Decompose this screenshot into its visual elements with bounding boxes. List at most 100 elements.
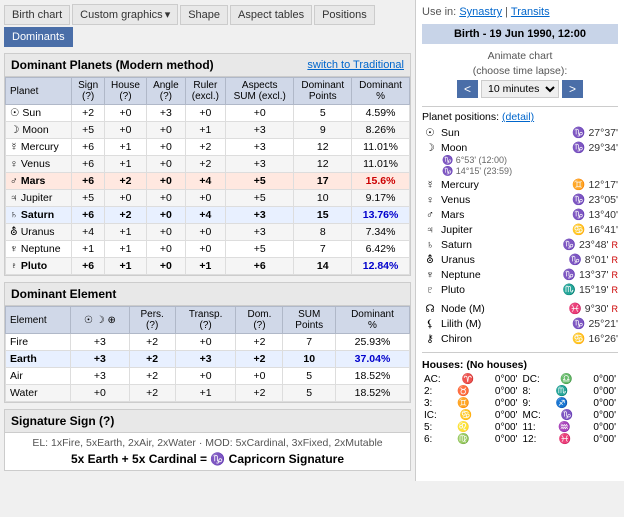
tab-custom-graphics[interactable]: Custom graphics ▾: [72, 4, 178, 25]
transits-link[interactable]: Transits: [511, 6, 550, 18]
col-ruler: Ruler(excl.): [185, 78, 225, 105]
col-sum: SUMPoints: [283, 307, 336, 334]
house-val: +1: [104, 224, 146, 241]
pct-val: 6.42%: [352, 241, 410, 258]
planet-name: Node (M): [441, 303, 566, 315]
house-deg: 0°00': [495, 434, 518, 445]
house-row: 8: ♏0°00': [521, 386, 619, 397]
planet-symbol: ☉: [422, 127, 438, 139]
table-row: ⛢Uranus +4 +1 +0 +0 +3 8 7.34%: [6, 224, 410, 241]
planet-name: Venus: [441, 194, 569, 206]
points-val: 10: [294, 190, 352, 207]
planet-sign: ♊: [572, 178, 585, 191]
col-pct: Dominant%: [352, 78, 410, 105]
table-row: ☿Mercury +6 +1 +0 +2 +3 12 11.01%: [6, 139, 410, 156]
sign-val: +1: [72, 241, 104, 258]
house-sign: ♈: [462, 374, 474, 385]
retrograde-indicator: R: [612, 255, 619, 265]
sign-val: +6: [72, 173, 104, 190]
planet-sign: ♋: [572, 223, 585, 236]
tab-aspect-tables[interactable]: Aspect tables: [230, 5, 312, 25]
planet-degree: 23°05': [588, 194, 618, 206]
aspects-val: +3: [226, 156, 294, 173]
planet-name: Neptune: [441, 269, 560, 281]
list-item: ♂ Mars ♑ 13°40': [422, 207, 618, 222]
planet-degree: 25°21': [588, 318, 618, 330]
house-deg: 0°00': [593, 410, 616, 421]
sign-val: +5: [72, 122, 104, 139]
elem-points: 5: [283, 385, 336, 402]
planet-name: ♆Neptune: [6, 241, 72, 258]
planet-sign: ♑: [572, 126, 585, 139]
house-deg: 0°00': [495, 374, 518, 385]
animate-next-button[interactable]: >: [562, 80, 583, 98]
time-lapse-select[interactable]: 10 minutes 1 hour 1 day 1 week: [481, 80, 559, 98]
planet-name: Chiron: [441, 333, 569, 345]
element-name: Earth: [6, 351, 71, 368]
planet-degree: 12°17': [588, 179, 618, 191]
planet-sign: ♑: [572, 193, 585, 206]
planet-symbol: ⚸: [422, 318, 438, 330]
planet-degree: 29°34': [588, 142, 618, 154]
list-item: ♄ Saturn ♑ 23°48' R: [422, 237, 618, 252]
list-item: ♇ Pluto ♏ 15°19' R: [422, 282, 618, 297]
aspects-val: +3: [226, 207, 294, 224]
tab-dominants[interactable]: Dominants: [4, 27, 73, 47]
house-val: +1: [104, 139, 146, 156]
house-deg: 0°00': [593, 434, 616, 445]
house-row: MC: ♑0°00': [521, 410, 619, 421]
planet-name: Saturn: [441, 239, 560, 251]
house-label: IC:: [424, 410, 437, 421]
dominant-element-header: Dominant Element: [5, 283, 410, 306]
element-name: Water: [6, 385, 71, 402]
house-sign: ♎: [560, 374, 572, 385]
list-item: ⚷ Chiron ♋ 16°26': [422, 331, 618, 346]
elem-pct: 37.04%: [335, 351, 409, 368]
col-transp: Transp.(?): [175, 307, 236, 334]
points-val: 14: [294, 258, 352, 275]
house-deg: 0°00': [495, 410, 518, 421]
planet-positions: Planet positions: (detail) ☉ Sun ♑ 27°37…: [422, 111, 618, 346]
list-item: ⛢ Uranus ♑ 8°01' R: [422, 252, 618, 267]
house-row: 5: ♌0°00': [422, 422, 520, 433]
elem-points: 10: [283, 351, 336, 368]
house-label: 5:: [424, 422, 432, 433]
retrograde-indicator: R: [612, 270, 619, 280]
planet-degree: 16°41': [588, 224, 618, 236]
synastry-link[interactable]: Synastry: [459, 6, 502, 18]
planet-name: ☉Sun: [6, 105, 72, 122]
house-sign: ♑: [561, 410, 573, 421]
house-val: +2: [104, 207, 146, 224]
elem-points: 5: [283, 368, 336, 385]
points-val: 15: [294, 207, 352, 224]
ruler-val: +2: [185, 139, 225, 156]
points-val: 9: [294, 122, 352, 139]
ruler-val: +0: [185, 190, 225, 207]
tab-shape[interactable]: Shape: [180, 5, 228, 25]
table-row: Water +0 +2 +1 +2 5 18.52%: [6, 385, 410, 402]
dominant-element-table: Element ☉ ☽ ⊕ Pers.(?) Transp.(?) Dom.(?…: [5, 306, 410, 402]
planet-positions-detail-link[interactable]: (detail): [502, 111, 534, 123]
house-label: 3:: [424, 398, 432, 409]
ruler-val: +1: [185, 122, 225, 139]
sign-val: +6: [72, 139, 104, 156]
planet-symbol: ♀: [422, 194, 438, 206]
table-row: ♇Pluto +6 +1 +0 +1 +6 14 12.84%: [6, 258, 410, 275]
table-row: Air +3 +2 +0 +0 5 18.52%: [6, 368, 410, 385]
switch-to-traditional-link[interactable]: switch to Traditional: [307, 59, 404, 71]
points-val: 8: [294, 224, 352, 241]
tab-positions[interactable]: Positions: [314, 5, 375, 25]
dominant-planets-header: Dominant Planets (Modern method) switch …: [5, 54, 410, 77]
house-sign: ♒: [558, 422, 570, 433]
table-row: ♃Jupiter +5 +0 +0 +0 +5 10 9.17%: [6, 190, 410, 207]
retrograde-indicator: R: [612, 304, 619, 314]
elem-col3: +1: [175, 385, 236, 402]
tab-birth-chart[interactable]: Birth chart: [4, 5, 70, 25]
planet-symbol: ☿: [422, 179, 438, 191]
list-item: ☽ Moon ♑ 29°34': [422, 140, 618, 155]
animate-prev-button[interactable]: <: [457, 80, 478, 98]
house-sign: ♉: [457, 386, 469, 397]
list-item: ♆ Neptune ♑ 13°37' R: [422, 267, 618, 282]
planet-degree: 27°37': [588, 127, 618, 139]
points-val: 12: [294, 156, 352, 173]
